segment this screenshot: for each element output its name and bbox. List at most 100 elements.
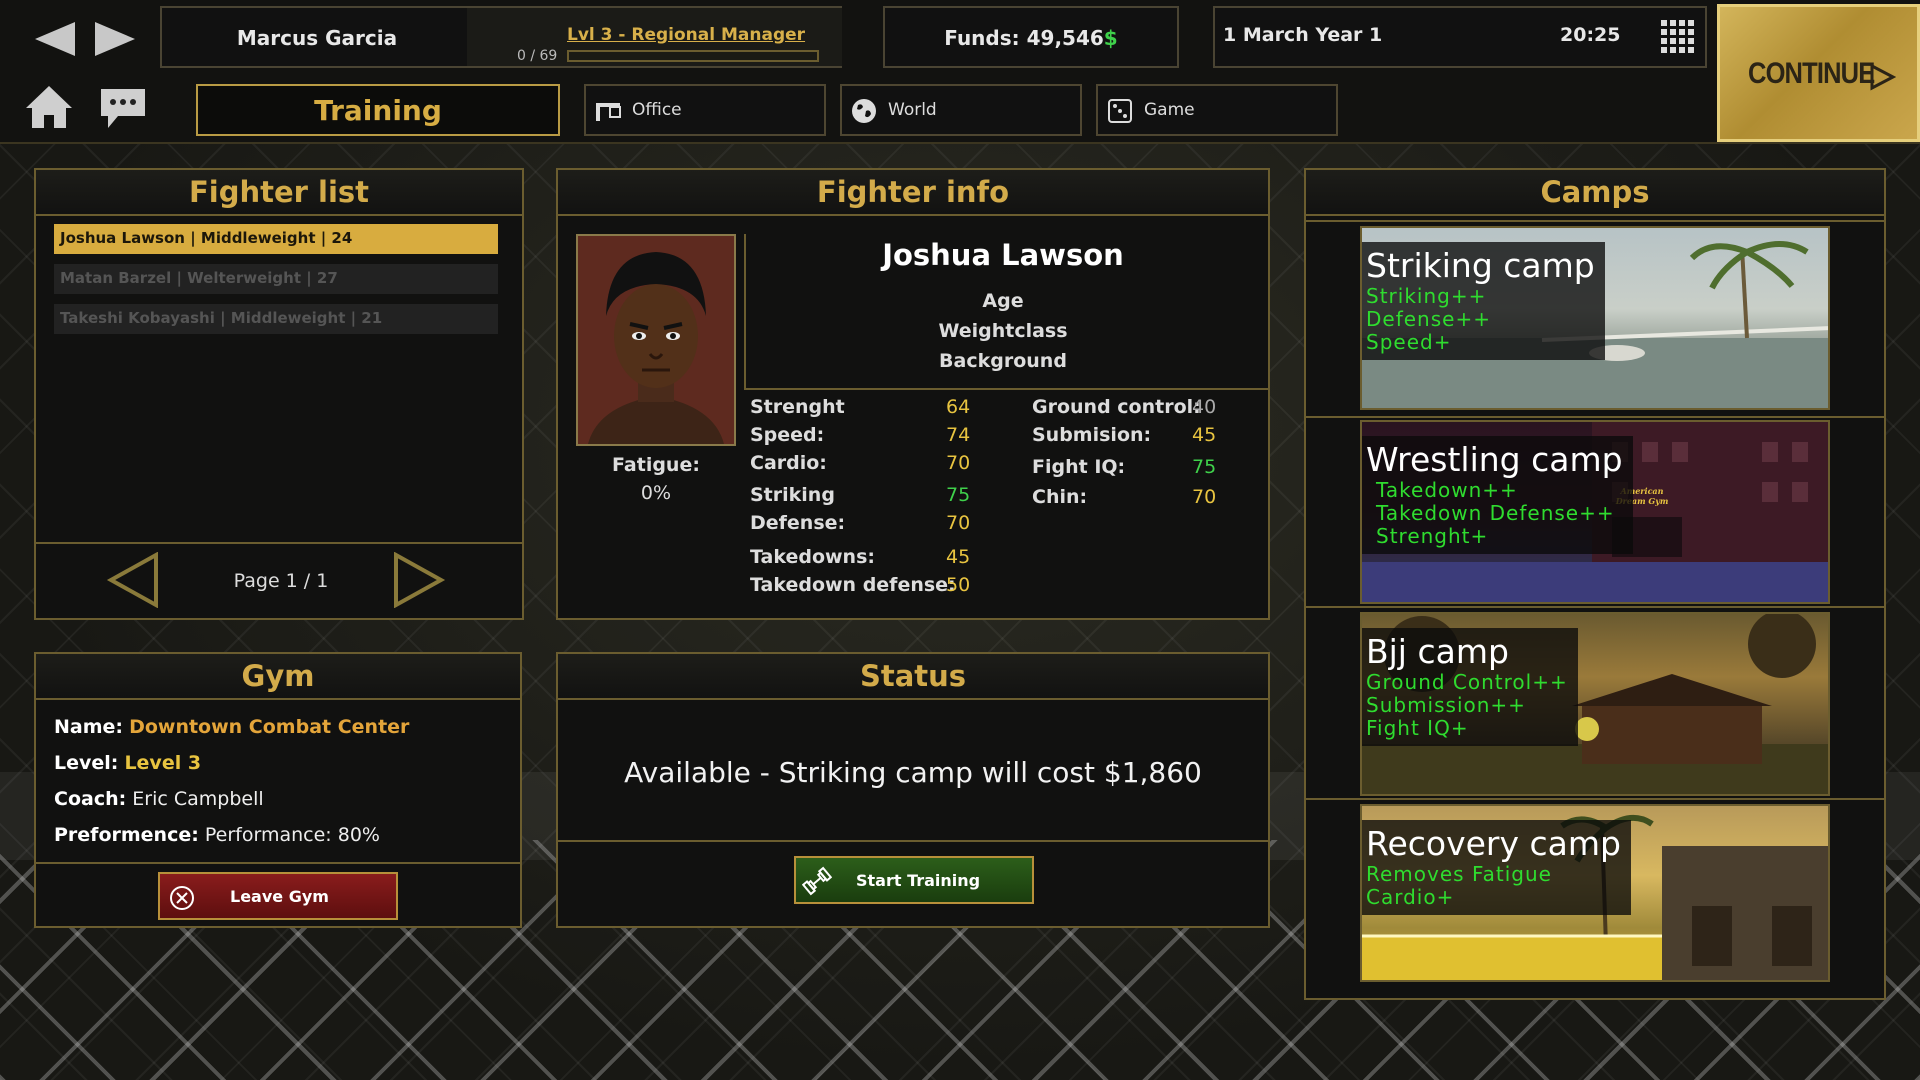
camp-effect: Striking++ xyxy=(1366,284,1487,308)
forward-arrow-icon[interactable] xyxy=(90,14,140,64)
player-name: Marcus Garcia xyxy=(236,26,398,50)
date-time-display: 1 March Year 1 20:25 xyxy=(1213,6,1707,68)
stat-value: 75 xyxy=(946,484,971,506)
continue-button[interactable]: CONTINUE xyxy=(1717,4,1920,142)
stat-value: 74 xyxy=(946,424,971,446)
tab-office[interactable]: Office xyxy=(584,84,826,136)
stat-value: 64 xyxy=(946,396,971,418)
gym-level-value: Level 3 xyxy=(124,752,202,774)
tab-training-label: Training xyxy=(314,94,442,127)
camp-striking[interactable]: Striking camp Striking++ Defense++ Speed… xyxy=(1360,226,1830,410)
gym-level-row: Level: Level 3 xyxy=(54,752,201,774)
start-training-button[interactable]: Start Training xyxy=(794,856,1034,904)
funds-currency: $ xyxy=(1103,26,1118,50)
menu-grid-icon[interactable] xyxy=(1659,18,1695,54)
globe-icon xyxy=(852,99,876,123)
camp-title: Recovery camp xyxy=(1366,824,1621,863)
stat-label: Cardio: xyxy=(750,452,827,474)
close-circle-icon xyxy=(170,886,194,910)
fighter-list-title: Fighter list xyxy=(188,175,370,209)
background-label: Background xyxy=(939,350,1067,372)
divider xyxy=(744,234,746,388)
gym-header: Gym xyxy=(36,654,520,700)
camp-effect: Takedown++ xyxy=(1376,478,1518,502)
camp-bjj[interactable]: Bjj camp Ground Control++ Submission++ F… xyxy=(1360,612,1830,796)
stat-value: 70 xyxy=(946,452,971,474)
status-message: Available - Striking camp will cost $1,8… xyxy=(624,756,1202,789)
stat-label: Submision: xyxy=(1032,424,1152,446)
camp-wrestling[interactable]: American Dream Gym Wrestling camp Takedo… xyxy=(1360,420,1830,604)
fighter-name: Joshua Lawson xyxy=(882,238,1124,272)
funds-display: Funds: 49,546$ xyxy=(883,6,1179,68)
fighter-list-item[interactable]: Takeshi Kobayashi | Middleweight | 21 xyxy=(54,304,498,334)
fatigue-label: Fatigue: xyxy=(612,454,700,476)
gym-coach-label: Coach: xyxy=(54,788,127,810)
date-text: 1 March Year 1 xyxy=(1223,24,1383,46)
stat-value: 40 xyxy=(1192,396,1217,418)
page-prev-icon[interactable] xyxy=(106,552,162,608)
stat-label: Strenght xyxy=(750,396,845,418)
fighter-list-panel: Fighter list Joshua Lawson | Middleweigh… xyxy=(34,168,524,620)
camp-effect: Ground Control++ xyxy=(1366,670,1568,694)
fighter-list-item[interactable]: Matan Barzel | Welterweight | 27 xyxy=(54,264,498,294)
tab-training[interactable]: Training xyxy=(196,84,560,136)
divider xyxy=(744,388,1268,390)
camp-effect: Submission++ xyxy=(1366,693,1526,717)
stat-value: 50 xyxy=(946,574,971,596)
camp-effect: Fight IQ+ xyxy=(1366,716,1469,740)
leave-gym-button[interactable]: Leave Gym xyxy=(158,872,398,920)
back-arrow-icon[interactable] xyxy=(30,14,80,64)
divider xyxy=(1306,606,1884,608)
tab-game[interactable]: Game xyxy=(1096,84,1338,136)
xp-text: 0 / 69 xyxy=(517,48,558,64)
camp-title: Wrestling camp xyxy=(1366,440,1623,479)
tab-office-label: Office xyxy=(632,100,682,120)
stat-value: 70 xyxy=(1192,486,1217,508)
fatigue-value: 0% xyxy=(640,482,672,504)
funds-text: Funds: 49,546$ xyxy=(885,26,1177,50)
camp-info: Bjj camp Ground Control++ Submission++ F… xyxy=(1362,628,1578,746)
gym-coach-row: Coach: Eric Campbell xyxy=(54,788,264,810)
gym-level-label: Level: xyxy=(54,752,119,774)
player-info: Marcus Garcia Lvl 3 - Regional Manager 0… xyxy=(160,6,842,68)
camp-recovery[interactable]: Recovery camp Removes Fatigue Cardio+ xyxy=(1360,804,1830,982)
gym-name-row: Name: Downtown Combat Center xyxy=(54,716,409,738)
page-next-icon[interactable] xyxy=(390,552,446,608)
fighter-info-title: Fighter info xyxy=(816,175,1010,209)
gym-panel: Gym Name: Downtown Combat Center Level: … xyxy=(34,652,522,928)
home-icon[interactable] xyxy=(24,82,74,132)
fighter-info-header: Fighter info xyxy=(558,170,1268,216)
divider xyxy=(36,862,520,864)
play-arrow-icon xyxy=(1870,63,1896,91)
level-title: Lvl 3 - Regional Manager xyxy=(567,25,806,45)
status-header: Status xyxy=(558,654,1268,700)
tab-world[interactable]: World xyxy=(840,84,1082,136)
camp-effect: Strenght+ xyxy=(1376,524,1489,548)
office-icon xyxy=(596,103,621,121)
gym-name-value: Downtown Combat Center xyxy=(129,716,410,738)
stat-value: 45 xyxy=(1192,424,1217,446)
age-label: Age xyxy=(982,290,1024,312)
camp-title: Bjj camp xyxy=(1366,632,1509,671)
gym-name-label: Name: xyxy=(54,716,124,738)
camps-title: Camps xyxy=(1540,175,1650,209)
stat-value: 45 xyxy=(946,546,971,568)
stat-label: Fight IQ: xyxy=(1032,456,1126,478)
stat-label: Striking xyxy=(750,484,835,506)
start-training-label: Start Training xyxy=(856,871,981,890)
stat-label: Speed: xyxy=(750,424,825,446)
camps-panel: Camps Striking camp Striking++ Defense++… xyxy=(1304,168,1886,1000)
divider xyxy=(1306,220,1884,222)
stat-value: 70 xyxy=(946,512,971,534)
gym-coach-value: Eric Campbell xyxy=(132,788,264,810)
camp-info: Wrestling camp Takedown++ Takedown Defen… xyxy=(1362,436,1633,554)
xp-bar xyxy=(567,50,819,62)
fighter-list-item[interactable]: Joshua Lawson | Middleweight | 24 xyxy=(54,224,498,254)
divider xyxy=(1306,798,1884,800)
fighter-info-panel: Fighter info Fatigue: 0% Joshua Lawson A… xyxy=(556,168,1270,620)
divider xyxy=(1306,416,1884,418)
status-title: Status xyxy=(859,659,967,693)
status-panel: Status Available - Striking camp will co… xyxy=(556,652,1270,928)
chat-icon[interactable] xyxy=(98,86,148,130)
weightclass-label: Weightclass xyxy=(938,320,1068,342)
